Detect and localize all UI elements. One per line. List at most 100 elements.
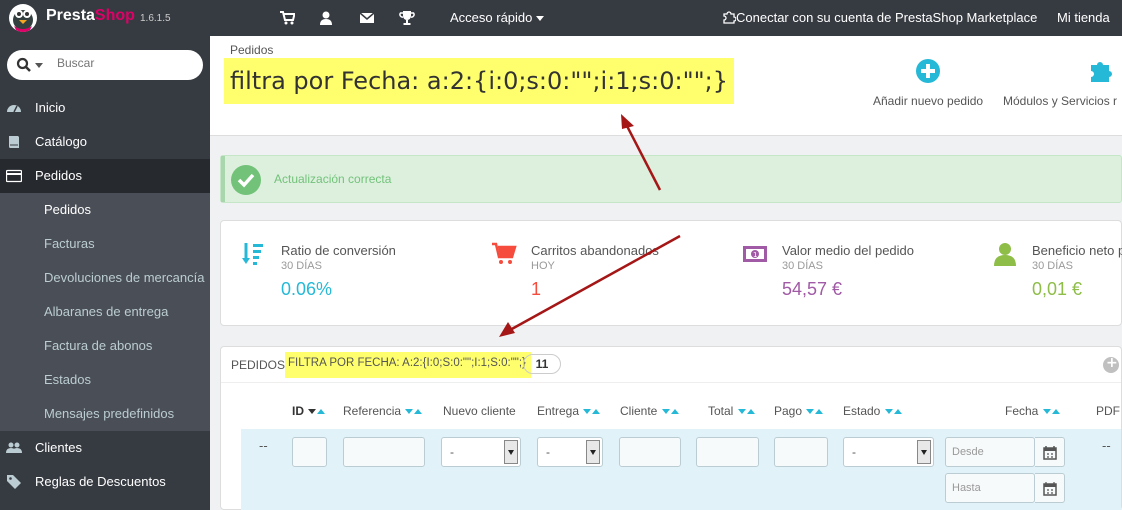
column-total[interactable]: Total	[708, 404, 755, 418]
breadcrumb[interactable]: Pedidos	[230, 43, 273, 57]
column-label: Estado	[843, 404, 881, 418]
sidebar-item-inicio[interactable]: Inicio	[0, 91, 210, 125]
column-fecha[interactable]: Fecha	[1005, 404, 1060, 418]
column-pago[interactable]: Pago	[774, 404, 824, 418]
filter-referencia-input[interactable]	[343, 437, 425, 467]
sort-asc-icon[interactable]	[746, 409, 755, 415]
kpi-period: 30 DÍAS	[782, 260, 823, 272]
trophy-icon[interactable]	[399, 10, 415, 26]
sidebar-item-clientes[interactable]: Clientes	[0, 431, 210, 465]
search-box	[7, 50, 203, 80]
kpi-title: Carritos abandonados	[531, 243, 659, 258]
shopping-cart-icon	[492, 242, 517, 264]
add-new-icon[interactable]	[1103, 355, 1119, 373]
svg-text:1: 1	[753, 251, 757, 259]
sort-desc-icon[interactable]	[308, 409, 317, 415]
sort-desc-icon[interactable]	[806, 409, 815, 415]
column-estado[interactable]: Estado	[843, 404, 902, 418]
calendar-icon[interactable]	[1035, 473, 1065, 503]
prestashop-logo[interactable]	[8, 2, 38, 34]
my-store-link[interactable]: Mi tienda	[1057, 10, 1110, 25]
filter-cliente-input[interactable]	[619, 437, 681, 467]
sidebar-subitem-factura-abonos[interactable]: Factura de abonos	[0, 329, 210, 363]
top-bar: PrestaShop 1.6.1.5 Acceso rápido Conecta…	[0, 0, 1122, 36]
column-cliente[interactable]: Cliente	[620, 404, 679, 418]
search-input[interactable]	[57, 56, 187, 70]
sort-asc-icon[interactable]	[670, 409, 679, 415]
sidebar-subitem-label: Albaranes de entrega	[44, 304, 169, 319]
kpi-period: 30 DÍAS	[1032, 260, 1073, 272]
sort-desc-icon[interactable]	[583, 409, 592, 415]
column-nuevo-cliente[interactable]: Nuevo cliente	[443, 404, 516, 418]
sort-desc-icon[interactable]	[405, 409, 414, 415]
sort-desc-icon[interactable]	[884, 409, 893, 415]
filter-nuevo-cliente-select[interactable]: -	[441, 437, 521, 467]
sort-asc-icon[interactable]	[414, 409, 423, 415]
cart-icon[interactable]	[279, 10, 295, 26]
sort-asc-icon[interactable]	[893, 409, 902, 415]
filter-entrega-select[interactable]: -	[537, 437, 603, 467]
alert-message: Actualización correcta	[274, 172, 392, 186]
sidebar-subitem-devoluciones[interactable]: Devoluciones de mercancía	[0, 261, 210, 295]
filter-total-input[interactable]	[696, 437, 759, 467]
sidebar-item-descuentos[interactable]: Reglas de Descuentos	[0, 465, 210, 499]
sidebar-subitem-label: Estados	[44, 372, 91, 387]
user-icon[interactable]	[318, 10, 334, 26]
column-entrega[interactable]: Entrega	[537, 404, 601, 418]
puzzle-icon	[723, 11, 737, 24]
select-value: -	[852, 445, 856, 459]
filter-date-to-input[interactable]: Hasta	[945, 473, 1035, 503]
add-order-button[interactable]: Añadir nuevo pedido	[873, 58, 983, 108]
kpi-value: 1	[531, 279, 542, 299]
envelope-icon[interactable]	[359, 10, 375, 26]
chevron-down-icon	[917, 440, 931, 464]
filter-pago-input[interactable]	[774, 437, 828, 467]
chevron-down-icon	[504, 440, 518, 464]
column-id[interactable]: ID	[292, 404, 326, 418]
column-label: Nuevo cliente	[443, 404, 516, 418]
sidebar-item-label: Inicio	[35, 100, 66, 115]
sidebar-subitem-pedidos[interactable]: Pedidos	[0, 193, 210, 227]
filter-row: -- - - - Desde Hasta --	[241, 429, 1121, 510]
column-label: Entrega	[537, 404, 580, 418]
sort-asc-icon[interactable]	[815, 409, 824, 415]
sidebar-subitem-label: Pedidos	[44, 202, 91, 217]
sort-asc-icon[interactable]	[317, 409, 326, 415]
sidebar-subitem-mensajes[interactable]: Mensajes predefinidos	[0, 397, 210, 431]
filter-id-input[interactable]	[292, 437, 327, 467]
kpi-title: Ratio de conversión	[281, 243, 396, 258]
search-icon[interactable]	[16, 57, 32, 73]
filter-estado-select[interactable]: -	[843, 437, 934, 467]
sort-asc-icon[interactable]	[1051, 409, 1060, 415]
column-label: Total	[708, 404, 734, 418]
sidebar-subitem-albaranes[interactable]: Albaranes de entrega	[0, 295, 210, 329]
sort-desc-icon[interactable]	[737, 409, 746, 415]
marketplace-connect-link[interactable]: Conectar con su cuenta de PrestaShop Mar…	[722, 10, 1037, 25]
caret-down-icon[interactable]	[35, 63, 43, 68]
kpi-value: 0.06%	[281, 279, 333, 299]
puzzle-icon	[1091, 62, 1112, 82]
brand-name: PrestaShop	[46, 7, 135, 24]
list-count-badge: 11	[523, 354, 561, 374]
sidebar-subitem-estados[interactable]: Estados	[0, 363, 210, 397]
sort-desc-icon[interactable]	[1042, 409, 1051, 415]
kpi-period: HOY	[531, 260, 555, 272]
sidebar-subitem-facturas[interactable]: Facturas	[0, 227, 210, 261]
quick-access-menu[interactable]: Acceso rápido	[450, 10, 545, 25]
kpi-title: Valor medio del pedido	[782, 243, 915, 258]
sidebar-item-catalogo[interactable]: Catálogo	[0, 125, 210, 159]
sidebar-subitem-label: Facturas	[44, 236, 95, 251]
column-label: Pago	[774, 404, 803, 418]
modules-services-button[interactable]: Módulos y Servicios r	[1003, 58, 1117, 108]
sort-asc-icon[interactable]	[592, 409, 601, 415]
filter-date-from-input[interactable]: Desde	[945, 437, 1035, 467]
column-referencia[interactable]: Referencia	[343, 404, 423, 418]
money-icon: 1	[743, 246, 767, 262]
sort-desc-icon[interactable]	[661, 409, 670, 415]
sidebar-subitem-label: Devoluciones de mercancía	[44, 270, 205, 285]
tags-icon	[7, 475, 21, 489]
credit-card-icon	[6, 169, 22, 183]
column-label: ID	[292, 404, 304, 418]
sidebar-item-pedidos[interactable]: Pedidos	[0, 159, 210, 193]
calendar-icon[interactable]	[1035, 437, 1065, 467]
